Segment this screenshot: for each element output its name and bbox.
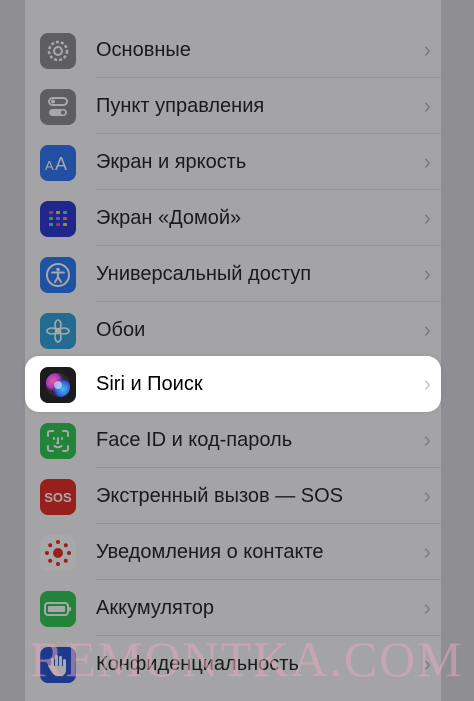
chevron-right-icon: › <box>423 427 431 452</box>
settings-row-label: Аккумулятор <box>96 597 215 619</box>
chevron-right-icon: › <box>423 595 431 620</box>
settings-row-privacy[interactable]: Конфиденциальность › <box>25 636 441 692</box>
settings-row-label: Универсальный доступ <box>96 263 312 285</box>
text-size-icon: AA <box>40 145 76 181</box>
settings-row-control-center[interactable]: Пункт управления › <box>25 78 441 134</box>
chevron-right-icon: › <box>423 37 431 62</box>
settings-row-label: Экстренный вызов — SOS <box>96 485 343 507</box>
settings-row-label: Пункт управления <box>96 95 265 117</box>
home-grid-icon <box>40 201 76 237</box>
settings-row-exposure-notifications[interactable]: Уведомления о контакте › <box>25 524 441 580</box>
settings-row-battery[interactable]: Аккумулятор › <box>25 580 441 636</box>
settings-row-home-screen[interactable]: Экран «Домой» › <box>25 190 441 246</box>
settings-row-wallpaper[interactable]: Обои › <box>25 302 441 358</box>
settings-row-label: Конфиденциальность <box>96 653 299 675</box>
chevron-right-icon: › <box>423 483 431 508</box>
settings-row-label: Обои <box>96 319 146 341</box>
chevron-right-icon: › <box>423 205 431 230</box>
settings-row-label: Основные <box>96 39 191 61</box>
settings-row-label: Face ID и код-пароль <box>96 429 293 451</box>
chevron-right-icon: › <box>423 93 431 118</box>
chevron-right-icon: › <box>423 651 431 676</box>
chevron-right-icon: › <box>423 261 431 286</box>
settings-row-general[interactable]: Основные › <box>25 22 441 78</box>
settings-row-label: Уведомления о контакте <box>96 541 324 563</box>
svg-text:A: A <box>55 154 67 173</box>
settings-row-label: Siri и Поиск <box>96 373 203 395</box>
chevron-right-icon: › <box>423 149 431 174</box>
face-id-icon <box>40 423 76 459</box>
accessibility-icon <box>40 257 76 293</box>
settings-row-label: Экран и яркость <box>96 151 247 173</box>
sos-icon: SOS <box>40 479 76 515</box>
settings-row-display[interactable]: AA Экран и яркость › <box>25 134 441 190</box>
chevron-right-icon: › <box>423 317 431 342</box>
settings-row-face-id[interactable]: Face ID и код-пароль › <box>25 412 441 468</box>
privacy-hand-icon <box>40 647 76 683</box>
chevron-right-icon: › <box>423 539 431 564</box>
exposure-icon <box>40 535 76 571</box>
settings-row-label: Экран «Домой» <box>96 207 242 229</box>
settings-row-accessibility[interactable]: Универсальный доступ › <box>25 246 441 302</box>
control-center-icon <box>40 89 76 125</box>
flower-icon <box>40 313 76 349</box>
chevron-right-icon: › <box>423 371 431 396</box>
settings-row-emergency-sos[interactable]: SOS Экстренный вызов — SOS › <box>25 468 441 524</box>
settings-row-siri-search[interactable]: Siri и Поиск › <box>25 356 441 412</box>
siri-icon <box>40 367 76 403</box>
svg-text:A: A <box>45 158 54 173</box>
battery-icon <box>40 591 76 627</box>
gear-icon <box>40 33 76 69</box>
